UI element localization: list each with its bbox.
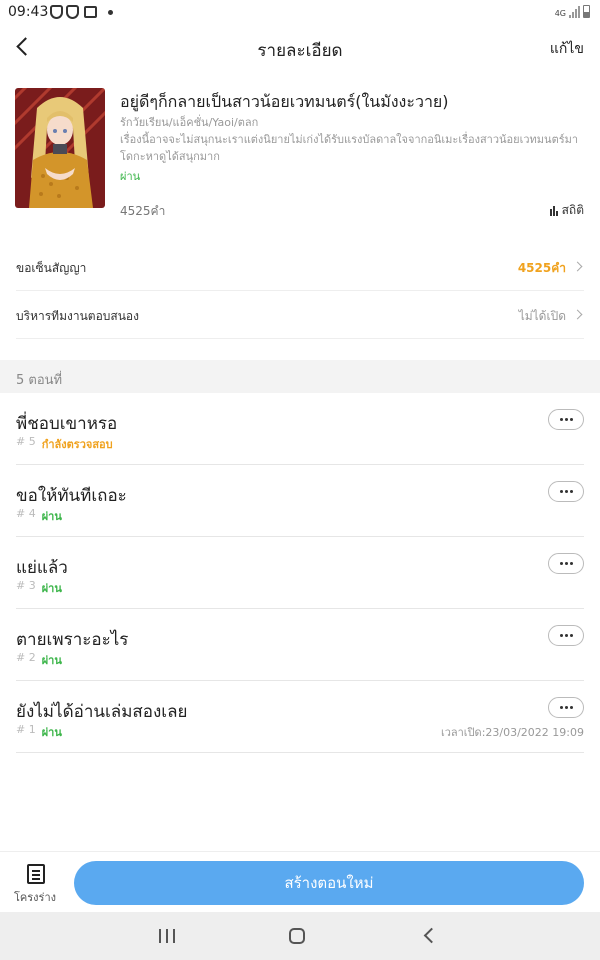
chapter-status: ผ่าน xyxy=(41,582,62,595)
status-notification-icons xyxy=(50,5,113,19)
stats-label: สถิติ xyxy=(561,203,584,217)
chapter-row[interactable]: แย่แล้ว # 3 ผ่าน xyxy=(16,537,584,609)
stats-button[interactable]: สถิติ xyxy=(549,201,584,220)
more-dots-icon[interactable] xyxy=(548,625,584,646)
gallery-icon xyxy=(84,6,97,18)
network-type: 4G xyxy=(554,9,566,18)
more-dots-icon[interactable] xyxy=(548,553,584,574)
status-bar: 09:43 4G xyxy=(0,0,600,26)
chapter-status: ผ่าน xyxy=(41,654,62,667)
chapters-count-label: 5 ตอนที่ xyxy=(16,373,63,388)
contract-request-label: ขอเซ็นสัญญา xyxy=(16,261,87,275)
chapter-open-time: เวลาเปิด:23/03/2022 19:09 xyxy=(440,726,584,739)
chapters-section-header: 5 ตอนที่ xyxy=(0,360,600,393)
novel-word-count: 4525คำ xyxy=(120,204,166,218)
dot-icon xyxy=(108,9,113,15)
shield-icon xyxy=(50,5,63,19)
contract-request-row[interactable]: ขอเซ็นสัญญา 4525คำ xyxy=(16,243,584,291)
novel-cover-image[interactable] xyxy=(15,88,105,208)
chapter-meta: # 1 ผ่าน xyxy=(16,723,62,741)
recents-icon[interactable] xyxy=(159,929,175,943)
chapter-status: กำลังตรวจสอบ xyxy=(41,438,113,451)
draft-button[interactable]: โครงร่าง xyxy=(10,860,60,906)
team-response-value: ไม่ได้เปิด xyxy=(518,309,566,323)
team-response-row[interactable]: บริหารทีมงานตอบสนอง ไม่ได้เปิด xyxy=(16,291,584,339)
chapter-title: ยังไม่ได้อ่านเล่มสองเลย xyxy=(16,702,188,722)
chapter-row[interactable]: ขอให้ทันทีเถอะ # 4 ผ่าน xyxy=(16,465,584,537)
edit-button[interactable]: แก้ไข xyxy=(550,38,584,60)
contract-request-value: 4525คำ xyxy=(517,261,566,275)
chapter-title: แย่แล้ว xyxy=(16,558,68,578)
signal-icon xyxy=(569,6,580,18)
chapter-meta: # 5 กำลังตรวจสอบ xyxy=(16,435,113,453)
chapter-row[interactable]: ยังไม่ได้อ่านเล่มสองเลย # 1 ผ่าน เวลาเปิ… xyxy=(16,681,584,753)
status-system-icons: 4G xyxy=(555,5,590,18)
system-nav-bar xyxy=(0,912,600,960)
chapter-meta: # 2 ผ่าน xyxy=(16,651,62,669)
more-dots-icon[interactable] xyxy=(548,697,584,718)
chapter-meta: # 3 ผ่าน xyxy=(16,579,62,597)
battery-icon xyxy=(583,5,590,18)
shield-icon xyxy=(66,5,79,19)
chapter-title: พี่ชอบเขาหรอ xyxy=(16,414,118,434)
page-title: รายละเอียด xyxy=(257,41,343,61)
team-response-label: บริหารทีมงานตอบสนอง xyxy=(16,309,139,323)
chapter-number: # 5 xyxy=(16,435,36,448)
create-chapter-button[interactable]: สร้างตอนใหม่ xyxy=(74,861,584,905)
app-header: รายละเอียด แก้ไข xyxy=(0,26,600,72)
chapter-status: ผ่าน xyxy=(41,726,62,739)
status-time: 09:43 xyxy=(8,4,49,20)
more-dots-icon[interactable] xyxy=(548,409,584,430)
chevron-right-icon xyxy=(572,261,583,272)
chapter-meta: # 4 ผ่าน xyxy=(16,507,62,525)
draft-document-icon xyxy=(27,864,45,884)
chapter-status: ผ่าน xyxy=(41,510,62,523)
chapter-number: # 2 xyxy=(16,651,36,664)
chevron-right-icon xyxy=(572,309,583,320)
chapter-row[interactable]: ตายเพราะอะไร # 2 ผ่าน xyxy=(16,609,584,681)
chapter-number: # 4 xyxy=(16,507,36,520)
home-icon[interactable] xyxy=(289,928,305,944)
cover-illustration xyxy=(15,88,105,208)
bar-chart-icon xyxy=(549,205,558,216)
chapter-title: ขอให้ทันทีเถอะ xyxy=(16,486,127,506)
novel-genre: รักวัยเรียน/แอ็คชั่น/Yaoi/ตลก xyxy=(120,116,259,129)
chapter-number: # 1 xyxy=(16,723,36,736)
nav-back-icon[interactable] xyxy=(423,927,440,944)
more-dots-icon[interactable] xyxy=(548,481,584,502)
novel-description: เรื่องนี้อาจจะไม่สนุกนะเราแต่งนิยายไม่เก… xyxy=(120,133,579,163)
draft-label: โครงร่าง xyxy=(14,891,57,904)
novel-status-badge: ผ่าน xyxy=(120,170,141,183)
novel-title: อยู่ดีๆก็กลายเป็นสาวน้อยเวทมนตร์(ในมังงะ… xyxy=(120,92,449,111)
bottom-action-bar: โครงร่าง สร้างตอนใหม่ xyxy=(0,851,600,912)
chapter-number: # 3 xyxy=(16,579,36,592)
chapter-title: ตายเพราะอะไร xyxy=(16,630,129,650)
chapter-row[interactable]: พี่ชอบเขาหรอ # 5 กำลังตรวจสอบ xyxy=(16,393,584,465)
